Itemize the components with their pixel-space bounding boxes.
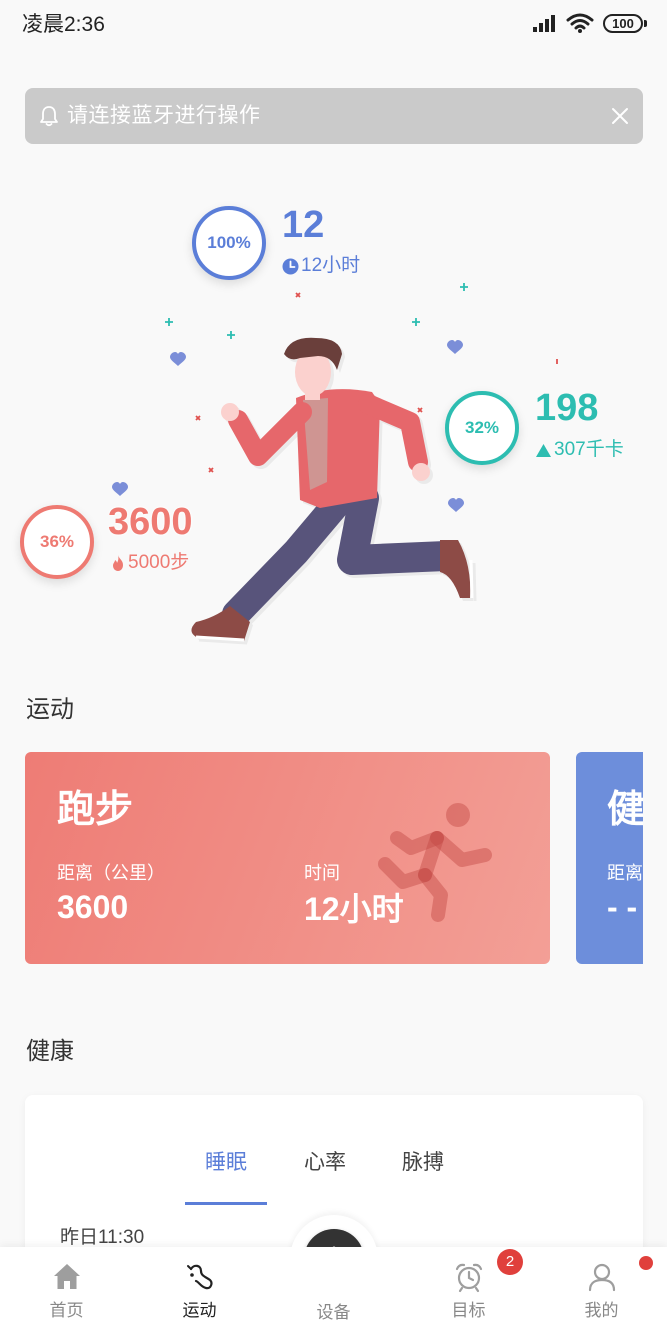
tab-heart-rate[interactable]: 心率 xyxy=(284,1150,366,1176)
running-distance-label: 距离（公里） xyxy=(57,863,165,883)
time-percent-ring: 100% xyxy=(192,206,266,280)
time-detail-text: 12小时 xyxy=(301,255,361,276)
home-icon xyxy=(54,1264,80,1289)
fire-icon xyxy=(113,555,123,571)
nav-home[interactable]: 首页 xyxy=(0,1247,133,1334)
running-distance-value: 3600 xyxy=(57,889,129,925)
nav-sport-label: 运动 xyxy=(182,1301,217,1320)
bottom-tab-bar: 首页 运动 设备 2 目标 我的 xyxy=(0,1215,667,1334)
front-leg xyxy=(337,483,461,575)
time-percent: 100% xyxy=(207,233,251,252)
calories-detail: 307千卡 xyxy=(535,439,624,461)
steps-detail-text: 5000步 xyxy=(128,552,190,573)
goal-badge: 2 xyxy=(497,1249,523,1275)
time-detail: 12小时 xyxy=(282,255,360,277)
nav-me-label: 我的 xyxy=(584,1301,619,1320)
steps-percent: 36% xyxy=(39,532,75,551)
calories-percent: 32% xyxy=(464,418,500,437)
calories-percent-ring: 32% xyxy=(445,391,519,465)
nav-me[interactable]: 我的 xyxy=(535,1247,667,1334)
walking-distance-value: - - xyxy=(607,889,638,925)
sport-section-title: 运动 xyxy=(26,696,74,723)
user-icon xyxy=(588,1263,616,1292)
nav-goal-label: 目标 xyxy=(451,1301,486,1320)
plus-decorations xyxy=(165,283,468,339)
running-icon xyxy=(378,803,492,922)
running-card-title: 跑步 xyxy=(57,789,134,831)
nav-device-label: 设备 xyxy=(316,1303,351,1322)
sport-icon xyxy=(187,1264,213,1290)
health-section-title: 健康 xyxy=(26,1038,74,1065)
nav-home-label: 首页 xyxy=(49,1301,84,1320)
tab-sleep[interactable]: 睡眠 xyxy=(185,1150,267,1176)
front-shoe xyxy=(440,540,471,598)
tab-pulse[interactable]: 脉搏 xyxy=(382,1150,464,1176)
calories-value: 198 xyxy=(535,387,599,429)
running-man xyxy=(191,337,474,642)
walking-distance-label: 距离 xyxy=(607,863,643,883)
walking-card-title: 健 xyxy=(607,789,643,831)
running-man-illustration xyxy=(112,283,558,642)
nav-sport[interactable]: 运动 xyxy=(133,1247,266,1334)
notification-dot xyxy=(639,1256,653,1270)
nav-device[interactable]: 设备 xyxy=(267,1247,400,1334)
running-card[interactable]: 跑步 距离（公里） 3600 时间 12小时 xyxy=(25,752,550,964)
walking-card[interactable]: 健 距离 - - xyxy=(576,752,643,964)
back-leg xyxy=(222,486,354,628)
sport-card-carousel[interactable]: 跑步 距离（公里） 3600 时间 12小时 健 距离 - - xyxy=(25,752,643,968)
nav-goal[interactable]: 2 目标 xyxy=(402,1247,535,1334)
steps-detail: 5000步 xyxy=(110,552,189,574)
calories-detail-text: 307千卡 xyxy=(554,439,624,460)
left-arm xyxy=(228,402,312,466)
steps-percent-ring: 36% xyxy=(20,505,94,579)
record-time: 昨日11:30 xyxy=(60,1227,145,1248)
clock-icon xyxy=(282,258,299,274)
steps-value: 3600 xyxy=(108,501,193,543)
active-tab-indicator xyxy=(185,1202,267,1205)
time-value: 12 xyxy=(282,204,325,246)
running-time-label: 时间 xyxy=(304,863,340,883)
alarm-clock-icon xyxy=(455,1263,483,1293)
triangle-up-icon xyxy=(536,443,551,457)
